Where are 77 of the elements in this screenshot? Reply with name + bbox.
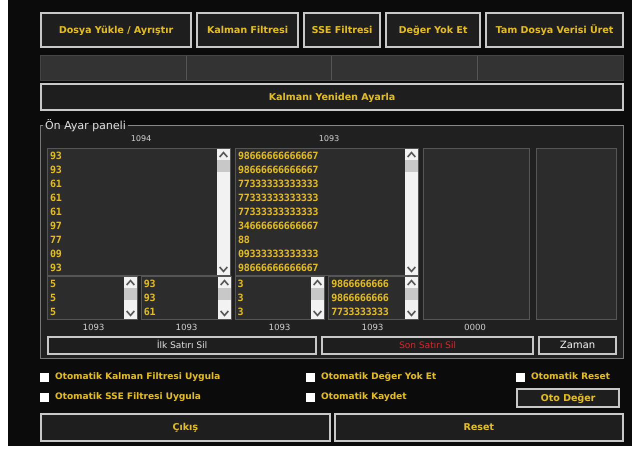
list-item[interactable]: 98666666666667 — [236, 262, 405, 275]
reset-kalman-button[interactable]: Kalmanı Yeniden Ayarla — [40, 83, 624, 111]
list-item[interactable]: 3 — [236, 292, 312, 306]
list-item[interactable]: 5 — [48, 292, 124, 306]
scrollbar-thumb[interactable] — [311, 288, 324, 300]
list-item[interactable]: 3 — [236, 306, 312, 319]
list-item[interactable]: 98666666666667 — [236, 150, 405, 164]
list-item[interactable]: 93 — [48, 164, 217, 178]
list-item[interactable]: 93 — [48, 262, 217, 275]
panel-title: Ön Ayar paneli — [44, 119, 127, 132]
checkbox-label: Otomatik Reset — [531, 372, 610, 382]
toolbar-button[interactable]: SSE Filtresi — [303, 12, 381, 48]
list-count: 0000 — [463, 323, 487, 333]
list-item[interactable]: 3 — [236, 278, 312, 292]
value-list[interactable]: 5 5 5 — [47, 276, 138, 320]
list-item[interactable]: 09333333333333 — [236, 248, 405, 262]
checkbox-label: Otomatik Değer Yok Et — [321, 372, 436, 382]
value-list[interactable]: 98666666666667 98666666666667 77333333333333 77333333333333 77333333333333 34666666666667 88 09333333333333 98666666666667 — [235, 148, 419, 276]
list-item[interactable]: 77 — [48, 234, 217, 248]
list-item[interactable]: 61 — [48, 192, 217, 206]
scrollbar-thumb[interactable] — [217, 160, 230, 172]
scrollbar[interactable] — [311, 277, 324, 319]
list-item[interactable]: 34666666666667 — [236, 220, 405, 234]
list-item[interactable]: 5 — [48, 306, 124, 319]
scrollbar-thumb[interactable] — [405, 160, 418, 172]
list-item[interactable]: 77333333333333 — [236, 206, 405, 220]
value-list[interactable]: 93 93 61 61 61 97 77 09 93 — [47, 148, 231, 276]
checkbox-label: Otomatik Kalman Filtresi Uygula — [55, 372, 220, 382]
list-item[interactable]: 9866666666 — [329, 292, 405, 306]
list-count: 1093 — [268, 323, 292, 333]
footer-button[interactable]: Çıkış — [40, 413, 330, 442]
scrollbar[interactable] — [217, 149, 230, 275]
scrollbar-thumb[interactable] — [124, 288, 137, 300]
toolbar-button[interactable]: Değer Yok Et — [385, 12, 481, 48]
list-item[interactable]: 09 — [48, 248, 217, 262]
list-item[interactable]: 93 — [48, 150, 217, 164]
checkbox[interactable] — [516, 372, 525, 382]
list-item[interactable]: 93 — [142, 292, 218, 306]
checkbox-label: Otomatik SSE Filtresi Uygula — [55, 392, 201, 402]
toolbar-button[interactable]: Tam Dosya Verisi Üret — [485, 12, 624, 48]
list-item[interactable]: 7733333333 — [329, 306, 405, 319]
checkbox[interactable] — [40, 372, 49, 382]
toolbar-button[interactable]: Kalman Filtresi — [196, 12, 299, 48]
list-count: 1093 — [360, 323, 384, 333]
column-header: 1093 — [318, 134, 340, 145]
list-item[interactable]: 9866666666 — [329, 278, 405, 292]
list-item[interactable]: 98666666666667 — [236, 164, 405, 178]
value-list[interactable]: 93 93 61 — [140, 276, 232, 320]
toolbar-button[interactable]: Dosya Yükle / Ayrıştır — [40, 12, 192, 48]
list-item[interactable]: 97 — [48, 220, 217, 234]
list-item[interactable]: 93 — [142, 278, 218, 292]
value-list[interactable]: 3 3 3 — [234, 276, 326, 320]
scrollbar[interactable] — [405, 149, 418, 275]
scrollbar[interactable] — [405, 277, 418, 319]
footer-button[interactable]: Reset — [334, 413, 624, 442]
checkbox[interactable] — [306, 372, 315, 382]
list-item[interactable]: 77333333333333 — [236, 178, 405, 192]
action-button[interactable]: İlk Satırı Sil — [47, 336, 317, 355]
list-item[interactable]: 61 — [48, 178, 217, 192]
list-item[interactable]: 77333333333333 — [236, 192, 405, 206]
column-header: 1094 — [130, 134, 152, 145]
scrollbar[interactable] — [218, 277, 230, 319]
value-list[interactable]: 9866666666 9866666666 7733333333 — [328, 276, 419, 320]
oto-value-button[interactable]: Oto Değer — [516, 388, 620, 408]
list-item[interactable]: 5 — [48, 278, 124, 292]
list-item[interactable]: 61 — [142, 306, 218, 319]
checkbox[interactable] — [306, 392, 315, 402]
list-item[interactable]: 88 — [236, 234, 405, 248]
list-count: 1093 — [82, 323, 106, 333]
scrollbar[interactable] — [124, 277, 137, 319]
list-count: 1093 — [174, 323, 198, 333]
checkbox-label: Otomatik Kaydet — [321, 392, 407, 402]
scrollbar-thumb[interactable] — [218, 288, 230, 300]
action-button[interactable]: Zaman — [538, 336, 617, 355]
checkbox[interactable] — [40, 392, 49, 402]
list-item[interactable]: 61 — [48, 206, 217, 220]
scrollbar-thumb[interactable] — [405, 288, 418, 300]
